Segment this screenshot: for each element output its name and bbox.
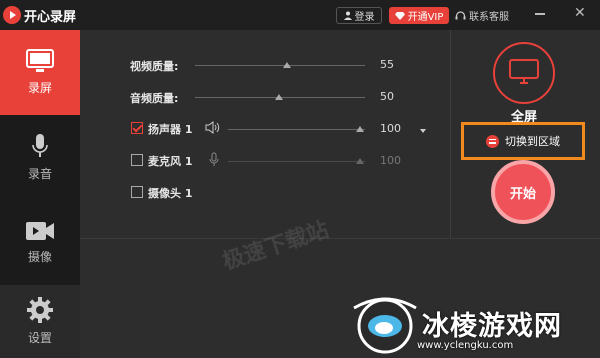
microphone-small-icon — [209, 152, 219, 166]
brand-name: 冰棱游戏网 — [422, 311, 562, 342]
sidebar-item-settings[interactable]: 设置 — [0, 285, 80, 358]
sidebar-item-screen-record[interactable]: 录屏 — [0, 30, 80, 115]
switch-icon — [486, 134, 499, 148]
monitor-outline-icon — [509, 59, 539, 84]
sidebar-item-camera[interactable]: 摄像 — [0, 200, 80, 285]
close-icon[interactable]: ✕ — [574, 5, 586, 21]
sidebar: 录屏 录音 摄像 设置 — [0, 30, 80, 358]
video-quality-value: 55 — [380, 58, 394, 71]
minimize-icon[interactable] — [535, 13, 545, 15]
login-label: 登录 — [354, 12, 375, 23]
divider — [80, 238, 600, 239]
speaker-checkbox[interactable] — [131, 122, 143, 134]
camera-checkbox[interactable] — [131, 186, 143, 198]
sidebar-item-label: 录音 — [27, 167, 52, 181]
microphone-checkbox[interactable] — [131, 154, 143, 166]
user-icon — [343, 11, 352, 20]
microphone-volume-value: 100 — [380, 154, 401, 167]
speaker-icon — [205, 121, 220, 134]
camera-label: 摄像头 1 — [148, 187, 193, 200]
vip-button[interactable]: 开通VIP — [389, 7, 449, 24]
switch-label: 切换到区域 — [505, 135, 560, 148]
vip-label: 开通VIP — [407, 12, 444, 23]
sidebar-item-label: 设置 — [27, 331, 52, 345]
sidebar-item-label: 摄像 — [27, 250, 52, 264]
audio-quality-slider-thumb[interactable] — [275, 94, 283, 100]
video-quality-label: 视频质量: — [130, 60, 179, 73]
login-button[interactable]: 登录 — [336, 7, 382, 24]
speaker-volume-slider[interactable] — [228, 129, 365, 130]
customer-service-link[interactable]: 联系客服 — [455, 7, 509, 24]
title-bar: 开心录屏 登录 开通VIP 联系客服 ✕ — [0, 0, 600, 30]
audio-quality-label: 音频质量: — [130, 92, 179, 105]
sidebar-item-label: 录屏 — [27, 81, 52, 95]
headset-icon — [455, 10, 466, 19]
monitor-icon — [26, 49, 54, 72]
speaker-volume-value: 100 — [380, 122, 401, 135]
start-record-button[interactable]: 开始 — [491, 160, 555, 224]
brand-url: www.yclengku.com — [417, 340, 514, 351]
service-label: 联系客服 — [469, 12, 509, 23]
speaker-label: 扬声器 1 — [148, 123, 193, 136]
microphone-icon — [32, 134, 48, 157]
video-quality-slider[interactable] — [195, 65, 365, 66]
app-title: 开心录屏 — [24, 10, 77, 25]
speaker-volume-slider-thumb[interactable] — [356, 126, 364, 132]
microphone-volume-slider[interactable] — [228, 161, 365, 162]
sidebar-item-audio-record[interactable]: 录音 — [0, 115, 80, 200]
speaker-dropdown-arrow-icon[interactable] — [420, 129, 426, 133]
video-quality-slider-thumb[interactable] — [283, 62, 291, 68]
app-logo-icon — [3, 6, 21, 24]
gear-icon — [27, 297, 53, 323]
brand-logo-icon — [353, 297, 417, 354]
audio-quality-value: 50 — [380, 90, 394, 103]
microphone-volume-slider-thumb[interactable] — [356, 158, 364, 164]
microphone-label: 麦克风 1 — [148, 155, 193, 168]
diamond-icon — [394, 11, 405, 20]
switch-to-region-button[interactable]: 切换到区域 — [461, 122, 585, 160]
fullscreen-mode-button[interactable] — [493, 42, 555, 104]
video-camera-icon — [26, 222, 54, 240]
start-label: 开始 — [509, 186, 536, 202]
